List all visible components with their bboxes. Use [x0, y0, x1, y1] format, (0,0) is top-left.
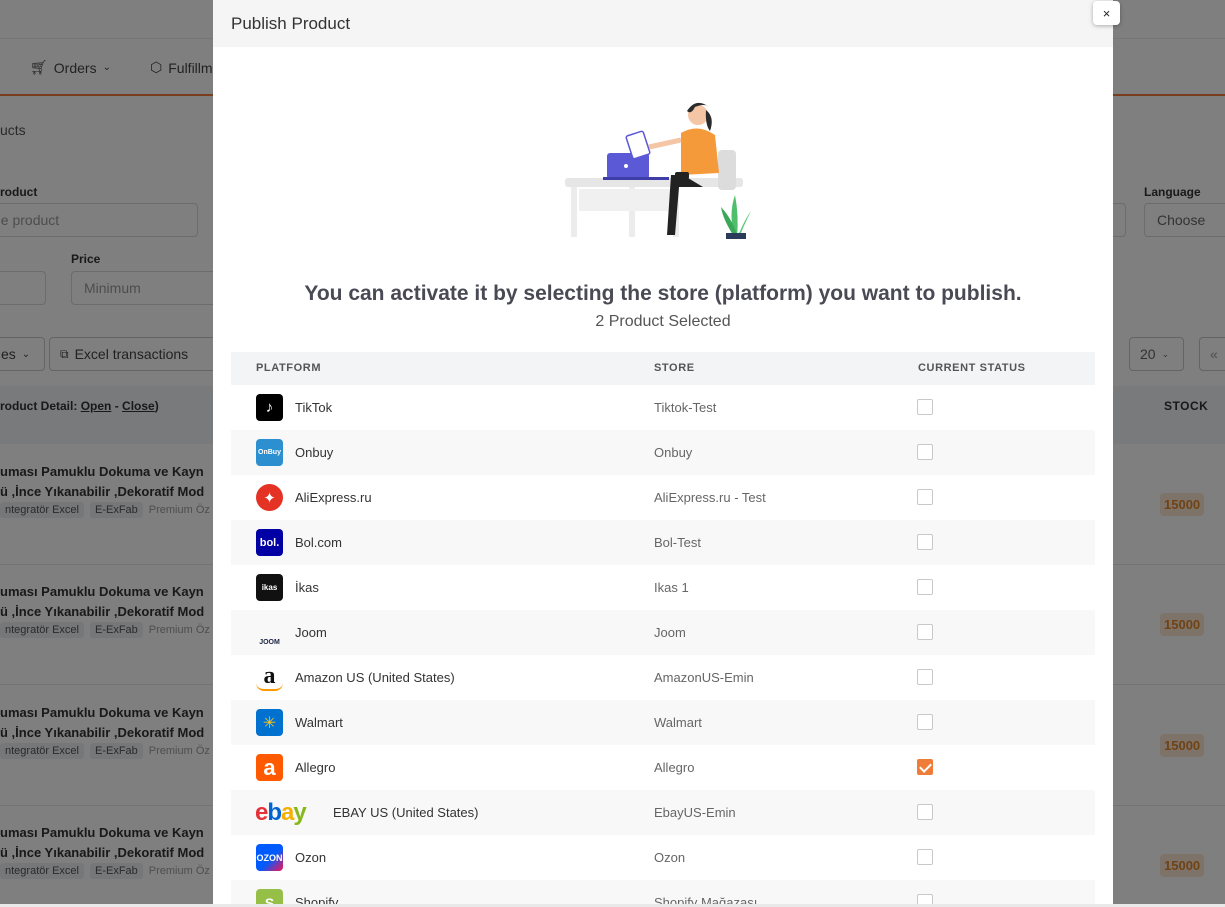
ozon-logo-icon: OZON	[256, 844, 283, 871]
walmart-logo-icon: ✳	[256, 709, 283, 736]
tiktok-logo-icon: ♪	[256, 394, 283, 421]
status-checkbox[interactable]	[917, 489, 933, 505]
platform-table: PLATFORM STORE CURRENT STATUS ♪ TikTok T…	[231, 352, 1095, 904]
publish-product-modal: Publish Product You can activate it by s…	[213, 0, 1113, 904]
aliexpress-logo-icon: ✦	[256, 484, 283, 511]
modal-title: Publish Product	[231, 14, 351, 33]
status-checkbox[interactable]	[917, 624, 933, 640]
close-modal-button[interactable]: ×	[1093, 1, 1120, 25]
column-platform: PLATFORM	[256, 362, 322, 374]
status-checkbox[interactable]	[917, 804, 933, 820]
platform-row-ebay: ebay EBAY US (United States) EbayUS-Emin	[231, 790, 1095, 835]
platform-row-aliexpress: ✦ AliExpress.ru AliExpress.ru - Test	[231, 475, 1095, 520]
modal-header: Publish Product	[213, 0, 1113, 47]
status-checkbox[interactable]	[917, 894, 933, 904]
platform-table-header: PLATFORM STORE CURRENT STATUS	[231, 352, 1095, 385]
column-store: STORE	[654, 362, 695, 374]
ebay-logo-icon: ebay	[255, 799, 307, 826]
status-checkbox[interactable]	[917, 534, 933, 550]
status-checkbox[interactable]	[917, 444, 933, 460]
shopify-logo-icon: S	[256, 889, 283, 904]
status-checkbox[interactable]	[917, 579, 933, 595]
modal-heading: You can activate it by selecting the sto…	[304, 282, 1022, 305]
platform-row-amazon: a Amazon US (United States) AmazonUS-Emi…	[231, 655, 1095, 700]
person-at-desk-illustration	[565, 102, 751, 239]
bol-logo-icon: bol.	[256, 529, 283, 556]
platform-row-onbuy: OnBuy Onbuy Onbuy	[231, 430, 1095, 475]
ikas-logo-icon: ikas	[256, 574, 283, 601]
status-checkbox[interactable]	[917, 669, 933, 685]
platform-row-walmart: ✳ Walmart Walmart	[231, 700, 1095, 745]
allegro-logo-icon: a	[256, 754, 283, 781]
platform-row-allegro: a Allegro Allegro	[231, 745, 1095, 790]
status-checkbox[interactable]	[917, 399, 933, 415]
status-checkbox[interactable]	[917, 849, 933, 865]
platform-row-joom: JOOM Joom Joom	[231, 610, 1095, 655]
column-current-status: CURRENT STATUS	[918, 362, 1026, 374]
platform-row-tiktok: ♪ TikTok Tiktok-Test	[231, 385, 1095, 430]
amazon-logo-icon: a	[256, 664, 283, 691]
joom-logo-icon: JOOM	[259, 639, 280, 646]
status-checkbox[interactable]	[917, 714, 933, 730]
platform-row-ozon: OZON Ozon Ozon	[231, 835, 1095, 880]
platform-row-shopify: S Shopify Shopify Mağazası	[231, 880, 1095, 904]
platform-row-bol: bol. Bol.com Bol-Test	[231, 520, 1095, 565]
onbuy-logo-icon: OnBuy	[256, 439, 283, 466]
close-icon: ×	[1102, 5, 1111, 21]
platform-row-ikas: ikas İkas Ikas 1	[231, 565, 1095, 610]
selected-count: 2 Product Selected	[595, 313, 731, 330]
status-checkbox-checked[interactable]	[917, 759, 933, 775]
